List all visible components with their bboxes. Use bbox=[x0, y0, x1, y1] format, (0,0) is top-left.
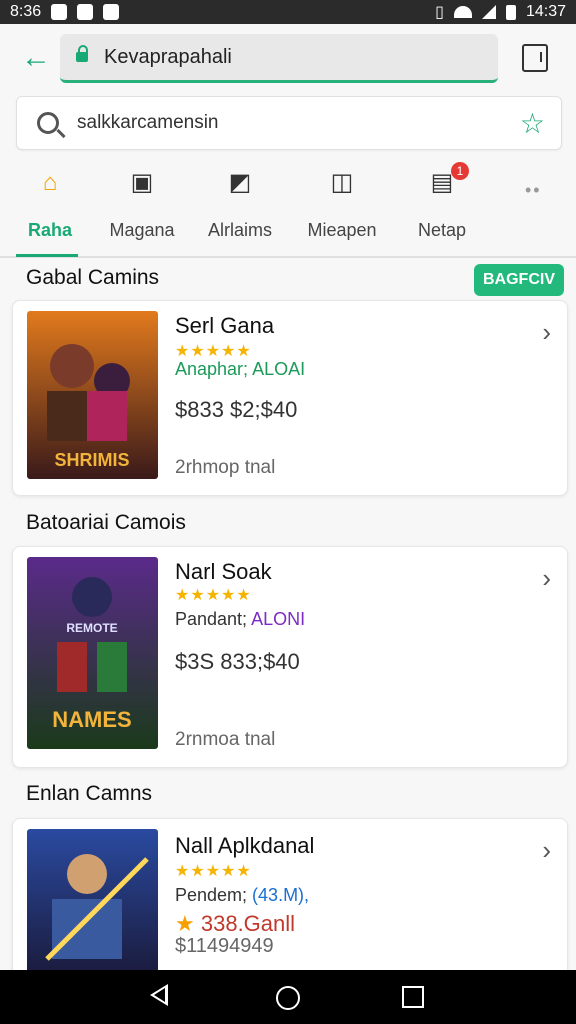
rating-stars: ★★★★★ bbox=[175, 863, 252, 880]
notification-badge: 1 bbox=[451, 162, 469, 180]
game-thumbnail: SHRIMIS bbox=[27, 311, 158, 479]
vibrate-icon: ▯ bbox=[435, 4, 444, 21]
game-card[interactable]: SHRIMIS Serl Gana ★★★★★ Anaphar; ALOAI $… bbox=[12, 300, 568, 496]
category-tabs: ⌂ Raha ▣ Magana ◩ Alrlaims ◫ Mieapen ▤ 1… bbox=[0, 160, 576, 258]
chevron-right-icon[interactable]: › bbox=[542, 317, 551, 348]
tab-alrlaims[interactable]: ◩ Alrlaims bbox=[190, 160, 290, 256]
discover-button[interactable]: BAGFCIV bbox=[474, 264, 564, 296]
section-title: Batoariai Camois bbox=[26, 511, 186, 534]
thumbnail-title: NAMES bbox=[52, 707, 131, 732]
rating-stars: ★★★★★ bbox=[175, 343, 252, 360]
section-title: Enlan Camns bbox=[26, 782, 153, 805]
game-thumbnail bbox=[27, 829, 158, 979]
nav-recent-icon[interactable] bbox=[402, 986, 424, 1008]
tab-label: Alrlaims bbox=[207, 220, 272, 240]
signal-icon bbox=[481, 5, 496, 19]
more-icon[interactable]: •• bbox=[525, 180, 542, 201]
notification-icon bbox=[51, 4, 68, 20]
search-icon bbox=[37, 112, 59, 134]
tab-mieapen[interactable]: ◫ Mieapen bbox=[292, 160, 392, 256]
url-bar[interactable]: Kevaprapahali bbox=[60, 34, 498, 83]
tabs-icon[interactable] bbox=[522, 44, 548, 72]
wifi-icon bbox=[453, 6, 472, 18]
tab-label: Raha bbox=[27, 220, 72, 240]
tab-label: Mieapen bbox=[307, 220, 377, 240]
url-text: Kevaprapahali bbox=[104, 45, 232, 68]
game-meta-a: Pendem; bbox=[175, 885, 253, 905]
tab-raha[interactable]: ⌂ Raha bbox=[0, 160, 100, 257]
tab-netap[interactable]: ▤ 1 Netap bbox=[392, 160, 492, 256]
game-meta: Pandant; ALONI bbox=[175, 609, 305, 630]
back-arrow-icon[interactable]: ← bbox=[20, 42, 52, 74]
game-price: $833 $2;$40 bbox=[175, 397, 298, 422]
nav-back-icon[interactable] bbox=[150, 984, 168, 1006]
notification-icon bbox=[103, 4, 120, 20]
game-size: 2rhmop tnal bbox=[175, 457, 276, 478]
game-meta: Pendem; (43.M), bbox=[175, 885, 309, 906]
game-meta-a: Pandant; bbox=[175, 609, 252, 629]
inbox-icon: ▤ 1 bbox=[427, 162, 469, 198]
game-size: 2rnmoa tnal bbox=[175, 729, 276, 750]
clock-right: 14:37 bbox=[525, 3, 566, 20]
chevron-right-icon[interactable]: › bbox=[542, 835, 551, 866]
active-tab-indicator bbox=[16, 254, 78, 257]
gallery-icon: ▣ bbox=[130, 169, 154, 196]
game-title: Serl Gana bbox=[175, 313, 275, 338]
tab-magana[interactable]: ▣ Magana bbox=[92, 160, 192, 256]
star-outline-icon[interactable]: ☆ bbox=[520, 107, 545, 140]
notification-icon bbox=[77, 4, 94, 20]
briefcase-icon: ◫ bbox=[330, 169, 354, 196]
rating-stars: ★★★★★ bbox=[175, 587, 252, 604]
chevron-right-icon[interactable]: › bbox=[542, 563, 551, 594]
tab-label: Magana bbox=[109, 220, 175, 240]
lock-icon bbox=[76, 45, 88, 62]
game-card[interactable]: REMOTE NAMES Narl Soak ★★★★★ Pandant; AL… bbox=[12, 546, 568, 768]
clock-left: 8:36 bbox=[10, 3, 42, 20]
game-card[interactable]: Nall Aplkdanal ★★★★★ Pendem; (43.M), ★ 3… bbox=[12, 818, 568, 990]
system-nav-bar bbox=[0, 970, 576, 1024]
game-price: $3S 833;$40 bbox=[175, 649, 300, 674]
tab-label: Netap bbox=[417, 220, 467, 240]
search-bar[interactable]: salkkarcamensin ☆ bbox=[16, 96, 562, 150]
thumbnail-title: SHRIMIS bbox=[54, 450, 129, 470]
game-price: ★ 338.Ganll bbox=[175, 911, 295, 937]
game-meta-b: (43.M), bbox=[252, 885, 310, 905]
game-thumbnail: REMOTE NAMES bbox=[27, 557, 158, 749]
game-meta: Anaphar; ALOAI bbox=[175, 359, 306, 379]
bookmark-icon: ◩ bbox=[228, 169, 252, 196]
search-input[interactable]: salkkarcamensin bbox=[77, 112, 219, 134]
app-bar: ← Kevaprapahali bbox=[0, 24, 576, 94]
game-price-value: 338.Ganll bbox=[200, 911, 296, 936]
status-bar: 8:36 ▯ 14:37 bbox=[0, 0, 576, 24]
thumbnail-subtitle: REMOTE bbox=[66, 621, 117, 635]
game-meta-b: ALONI bbox=[251, 609, 306, 629]
game-size: $11494949 bbox=[175, 935, 274, 957]
battery-icon bbox=[505, 4, 516, 20]
game-title: Nall Aplkdanal bbox=[175, 833, 315, 858]
game-title: Narl Soak bbox=[175, 559, 272, 584]
section-title: Gabal Camins bbox=[26, 266, 160, 289]
price-star-icon: ★ bbox=[175, 911, 195, 936]
home-icon: ⌂ bbox=[42, 169, 58, 196]
nav-home-icon[interactable] bbox=[276, 986, 300, 1010]
